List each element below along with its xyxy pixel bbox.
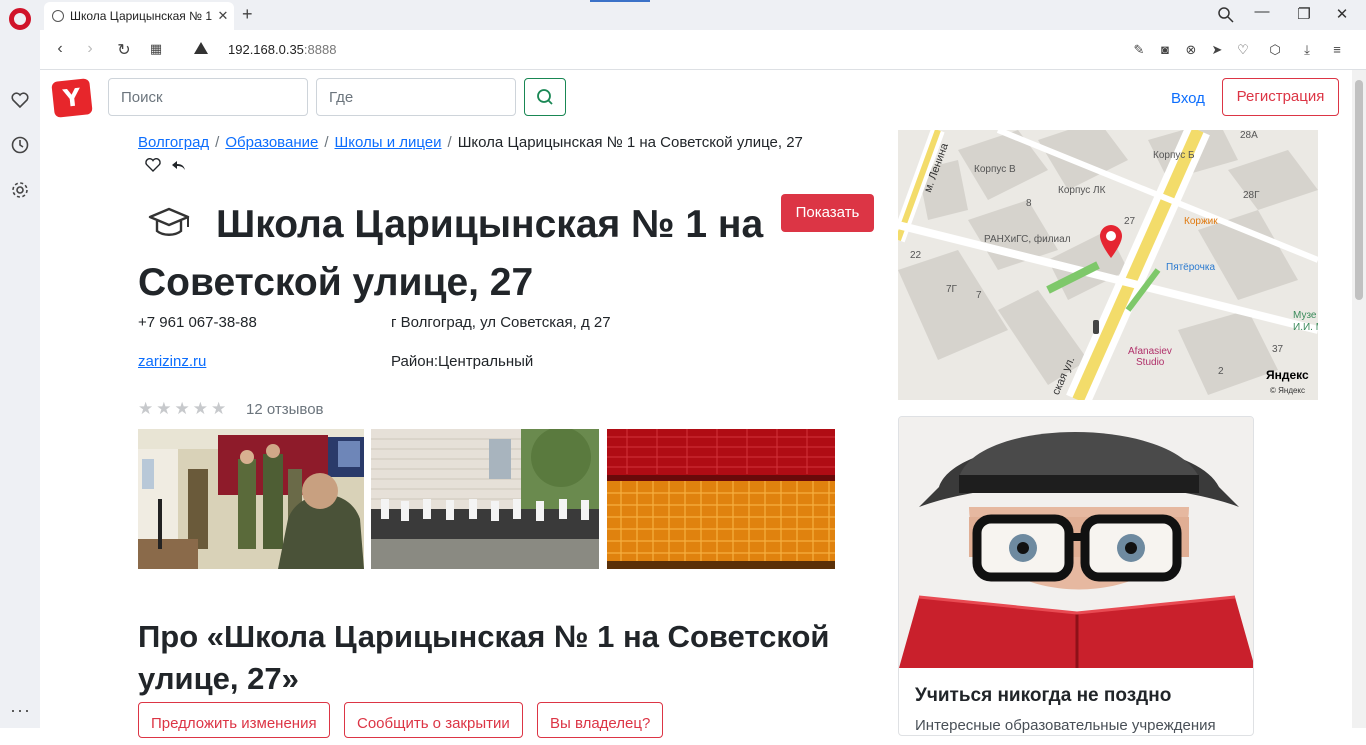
- search-button[interactable]: [524, 78, 566, 116]
- map-widget[interactable]: Корпус В Корпус Б Корпус ЛК РАНХиГС, фил…: [898, 130, 1318, 400]
- close-window-icon[interactable]: ✕: [1332, 5, 1352, 23]
- breadcrumb-actions: [144, 156, 188, 179]
- back-icon[interactable]: ‹: [50, 40, 70, 58]
- settings-gear-icon[interactable]: [10, 180, 30, 200]
- map-label-7: 7: [976, 290, 982, 301]
- minimize-icon[interactable]: —: [1252, 3, 1272, 20]
- breadcrumb-item-schools[interactable]: Школы и лицеи: [335, 134, 442, 151]
- photo-tail-light[interactable]: [607, 429, 835, 569]
- search-tabs-icon[interactable]: [1216, 6, 1236, 24]
- scrollbar-thumb[interactable]: [1355, 80, 1363, 300]
- map-label-ranhigs: РАНХиГС, филиал: [984, 234, 1071, 245]
- map-label-studio: Studio: [1136, 357, 1165, 368]
- map-brand: Яндекс: [1266, 368, 1309, 382]
- page-title-text: Школа Царицынская № 1 на Советской улице…: [138, 203, 764, 304]
- map-label-muzei: Музе: [1293, 310, 1317, 321]
- url-port: :8888: [303, 42, 337, 57]
- location-input[interactable]: [316, 78, 516, 116]
- more-icon[interactable]: ···: [10, 700, 31, 721]
- breadcrumb-item-volgograd[interactable]: Волгоград: [138, 134, 209, 151]
- map-label-7g: 7Г: [946, 284, 957, 295]
- edit-page-icon[interactable]: ✎: [1130, 41, 1148, 59]
- breadcrumb-current: Школа Царицынская № 1 на Советской улице…: [457, 134, 803, 151]
- are-you-owner-button[interactable]: Вы владелец?: [537, 702, 664, 738]
- map-label-37: 37: [1272, 344, 1284, 355]
- photo-line-outdoor[interactable]: [371, 429, 599, 569]
- adblock-icon[interactable]: ⊗: [1182, 41, 1200, 59]
- promo-card[interactable]: Учиться никогда не поздно Интересные обр…: [898, 416, 1254, 736]
- share-reply-icon[interactable]: [170, 156, 188, 174]
- heart-icon[interactable]: [10, 90, 30, 110]
- page-title: Школа Царицынская № 1 на Советской улице…: [138, 196, 778, 312]
- map-label-8: 8: [1026, 198, 1032, 209]
- photo-ceremony[interactable]: [138, 429, 364, 569]
- rating-stars[interactable]: ★★★★★: [138, 399, 229, 419]
- map-label-2: 2: [1218, 366, 1224, 377]
- camera-snapshot-icon[interactable]: ◙: [1156, 41, 1174, 59]
- reload-icon[interactable]: ↻: [114, 40, 134, 60]
- map-label-pyaterochka: Пятёрочка: [1166, 262, 1216, 273]
- new-tab-plus-icon[interactable]: +: [242, 4, 253, 25]
- map-label-korpus-v: Корпус В: [974, 164, 1016, 175]
- district-text: Район:Центральный: [391, 353, 534, 370]
- url-field[interactable]: 192.168.0.35:8888: [228, 42, 336, 57]
- map-label-22: 22: [910, 250, 922, 261]
- globe-icon: [52, 10, 64, 22]
- website-link[interactable]: zarizinz.ru: [138, 353, 206, 370]
- register-button[interactable]: Регистрация: [1222, 78, 1339, 116]
- map-label-korpus-b: Корпус Б: [1153, 150, 1195, 161]
- send-icon[interactable]: ➤: [1208, 41, 1226, 59]
- search-icon: [537, 89, 553, 105]
- extensions-cube-icon[interactable]: ⬡: [1266, 41, 1284, 59]
- show-on-map-button[interactable]: Показать: [781, 194, 874, 232]
- map-tiles: [898, 130, 1318, 400]
- map-copyright[interactable]: © Яндекс: [1270, 386, 1305, 395]
- tab-title: Школа Царицынская № 1: [70, 9, 212, 23]
- breadcrumb-item-education[interactable]: Образование: [225, 134, 318, 151]
- map-label-im: И.И. М: [1293, 322, 1318, 333]
- site-logo[interactable]: Y: [51, 78, 93, 118]
- address-text: г Волгоград, ул Советская, д 27: [391, 314, 611, 331]
- menu-icon[interactable]: ≡: [1328, 41, 1346, 59]
- restore-icon[interactable]: ❐: [1294, 5, 1314, 23]
- tab-accent-line: [590, 0, 650, 2]
- promo-card-image: [899, 417, 1253, 668]
- reviews-count[interactable]: 12 отзывов: [246, 401, 324, 418]
- phone-number[interactable]: +7 961 067-38-88: [138, 314, 257, 331]
- tab-strip: Школа Царицынская № 1 ✕ + — ❐ ✕: [40, 0, 1366, 30]
- map-label-28a: 28А: [1240, 130, 1258, 141]
- search-input[interactable]: [108, 78, 308, 116]
- downloads-icon[interactable]: ⤓: [1298, 41, 1316, 59]
- map-label-28g: 28Г: [1243, 190, 1260, 201]
- close-tab-icon[interactable]: ✕: [212, 8, 234, 24]
- promo-card-text: Интересные образовательные учреждения: [915, 717, 1216, 734]
- about-heading: Про «Школа Царицынская № 1 на Советской …: [138, 619, 830, 696]
- active-tab[interactable]: Школа Царицынская № 1 ✕: [44, 2, 234, 30]
- forward-icon[interactable]: ›: [80, 40, 100, 58]
- bookmark-heart-icon[interactable]: ♡: [1234, 41, 1252, 59]
- opera-logo-icon[interactable]: [9, 8, 31, 30]
- report-closure-button[interactable]: Сообщить о закрытии: [344, 702, 523, 738]
- map-label-korpus-lk: Корпус ЛК: [1058, 185, 1106, 196]
- address-bar: ‹ › ↻ ▦ 192.168.0.35:8888 ✎ ◙ ⊗ ➤ ♡ ⬡ ⤓ …: [40, 30, 1366, 70]
- location-pin-icon[interactable]: [1098, 224, 1124, 260]
- suggest-changes-button[interactable]: Предложить изменения: [138, 702, 330, 738]
- map-label-korzhik: Коржик: [1184, 216, 1218, 227]
- favorite-heart-icon[interactable]: [144, 156, 162, 174]
- login-link[interactable]: Вход: [1171, 90, 1205, 107]
- opera-sidebar: ···: [0, 0, 40, 728]
- site-header: Y Вход Регистрация: [40, 70, 1352, 126]
- page-scrollbar[interactable]: [1352, 70, 1366, 728]
- url-host: 192.168.0.35: [228, 42, 304, 57]
- map-label-afanasiev: Afanasiev: [1128, 346, 1172, 357]
- breadcrumb: Волгоград / Образование / Школы и лицеи / Школ…: [138, 134, 803, 151]
- graduation-cap-icon: [148, 207, 190, 236]
- speed-dial-grid-icon[interactable]: ▦: [146, 41, 166, 57]
- history-clock-icon[interactable]: [10, 135, 30, 155]
- not-secure-warning-icon[interactable]: [194, 42, 208, 54]
- promo-card-title: Учиться никогда не поздно: [915, 685, 1172, 706]
- map-label-27: 27: [1124, 216, 1136, 227]
